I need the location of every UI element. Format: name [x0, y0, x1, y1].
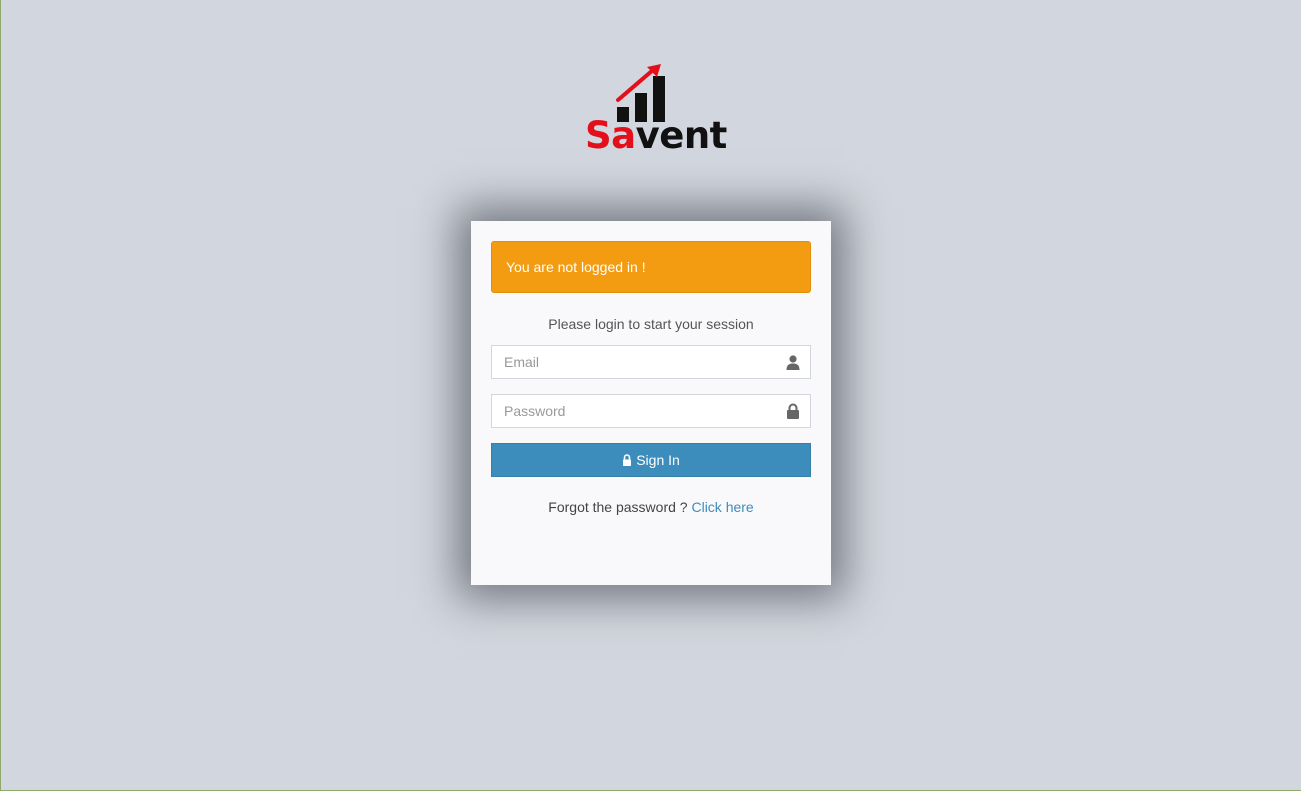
login-page: Savent You are not logged in ! Please lo…	[0, 0, 1301, 791]
user-icon	[785, 354, 801, 370]
lock-icon	[622, 454, 632, 466]
savent-logo: Savent	[581, 62, 727, 158]
sign-in-button[interactable]: Sign In	[491, 443, 811, 477]
email-field-group	[491, 345, 811, 379]
brand-name: Savent	[585, 116, 727, 156]
login-box: You are not logged in ! Please login to …	[471, 221, 831, 585]
chart-logo-icon	[616, 64, 665, 122]
email-field[interactable]	[492, 346, 810, 378]
login-message: Please login to start your session	[548, 316, 754, 332]
password-field-group	[491, 394, 811, 428]
sign-in-label: Sign In	[636, 452, 680, 468]
forgot-password-text: Forgot the password ? Click here	[491, 499, 811, 515]
brand-name-suffix: vent	[635, 114, 728, 157]
forgot-password-link[interactable]: Click here	[691, 499, 753, 515]
lock-icon	[785, 403, 801, 419]
password-field[interactable]	[492, 395, 810, 427]
not-logged-in-alert: You are not logged in !	[491, 241, 811, 293]
brand-name-prefix: Sa	[585, 114, 636, 157]
forgot-password-prompt: Forgot the password ?	[548, 499, 688, 515]
